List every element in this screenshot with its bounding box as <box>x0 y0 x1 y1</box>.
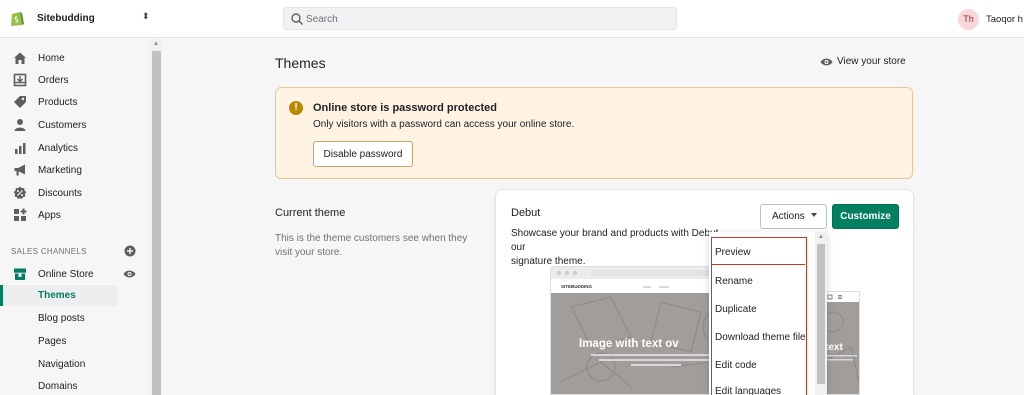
sidebar-item-label: Home <box>38 53 65 64</box>
preview-mobile-text: text <box>825 342 843 353</box>
sidebar-item-home[interactable]: Home <box>0 48 150 69</box>
avatar[interactable]: Th <box>958 9 979 30</box>
current-theme-heading: Current theme <box>275 207 346 219</box>
search-input[interactable] <box>306 12 666 26</box>
disable-password-button[interactable]: Disable password <box>313 141 413 167</box>
home-icon <box>14 52 26 64</box>
sidebar-item-label: Marketing <box>38 165 82 176</box>
store-switcher-icon[interactable]: ⬍ <box>142 11 150 22</box>
menu-item-preview[interactable]: Preview <box>715 247 751 258</box>
sidebar-subitem-navigation[interactable]: Navigation <box>0 354 118 375</box>
customize-button[interactable]: Customize <box>832 204 899 229</box>
sidebar-item-label: Analytics <box>38 143 79 154</box>
theme-name: Debut <box>511 207 541 219</box>
sidebar-scrollbar[interactable]: ▲ <box>151 39 162 395</box>
theme-card: Debut Showcase your brand and products w… <box>496 190 913 395</box>
store-name[interactable]: Sitebudding <box>37 13 95 24</box>
sidebar-subitem-pages[interactable]: Pages <box>0 331 118 352</box>
sidebar-item-products[interactable]: Products <box>0 92 150 113</box>
sidebar-scroll-thumb[interactable] <box>152 51 161 395</box>
sidebar-item-label: Navigation <box>38 359 86 370</box>
sidebar-item-label: Discounts <box>38 188 82 199</box>
add-channel-icon[interactable] <box>124 245 136 257</box>
actions-label: Actions <box>772 211 805 222</box>
sidebar-item-label: Online Store <box>38 269 94 280</box>
theme-description: Showcase your brand and products with De… <box>511 227 731 269</box>
menu-item-download-theme-file[interactable]: Download theme file <box>715 332 806 343</box>
orders-icon <box>13 73 27 87</box>
view-store-link[interactable]: View your store <box>837 56 906 67</box>
sidebar-item-label: Pages <box>38 336 67 347</box>
eye-icon[interactable] <box>820 57 833 67</box>
bar-chart-icon <box>15 143 26 154</box>
dropdown-scroll-thumb[interactable] <box>817 244 825 384</box>
apps-icon <box>14 208 27 221</box>
dropdown-scrollbar[interactable]: ▲ <box>815 232 827 395</box>
banner-title: Online store is password protected <box>313 102 497 114</box>
sidebar-item-discounts[interactable]: Discounts <box>0 183 150 204</box>
tag-icon <box>14 96 26 108</box>
sidebar-item-label: Customers <box>38 120 87 131</box>
sidebar-item-label: Products <box>38 97 78 108</box>
sidebar-item-orders[interactable]: Orders <box>0 70 150 91</box>
sidebar-item-marketing[interactable]: Marketing <box>0 160 150 181</box>
shopify-logo[interactable] <box>10 10 24 27</box>
banner-text: Only visitors with a password can access… <box>313 119 575 130</box>
menu-item-duplicate[interactable]: Duplicate <box>715 304 757 315</box>
password-protected-banner: ! Online store is password protected Onl… <box>275 87 913 179</box>
sidebar-item-analytics[interactable]: Analytics <box>0 138 150 159</box>
person-icon <box>14 119 26 131</box>
scroll-up-arrow-icon[interactable]: ▲ <box>818 234 824 240</box>
megaphone-icon <box>14 164 25 176</box>
store-icon <box>14 268 26 280</box>
sidebar-item-apps[interactable]: Apps <box>0 205 150 226</box>
preview-hero-text: Image with text ov <box>579 338 679 350</box>
actions-button[interactable]: Actions <box>760 204 827 229</box>
page-title: Themes <box>275 55 326 71</box>
scroll-up-arrow-icon[interactable]: ▲ <box>153 41 159 47</box>
menu-item-rename[interactable]: Rename <box>715 276 753 287</box>
top-bar: Sitebudding ⬍ Th Taoqor h <box>0 0 1024 38</box>
current-theme-description: This is the theme customers see when the… <box>275 233 468 258</box>
search-bar[interactable] <box>283 7 677 30</box>
sidebar-item-label: Blog posts <box>38 313 85 324</box>
sidebar-item-label: Apps <box>38 210 61 221</box>
view-online-store-eye-icon[interactable] <box>123 269 136 279</box>
search-icon <box>291 13 303 25</box>
theme-description-line: Showcase your brand and products with De… <box>511 228 722 253</box>
sidebar-item-label: Themes <box>38 290 76 301</box>
sidebar-subitem-blog-posts[interactable]: Blog posts <box>0 308 118 329</box>
menu-item-edit-languages[interactable]: Edit languages <box>715 386 781 395</box>
sidebar: Home Orders Products Customers Analytics… <box>0 39 150 395</box>
menu-item-edit-code[interactable]: Edit code <box>715 360 757 371</box>
sidebar-item-customers[interactable]: Customers <box>0 115 150 136</box>
sales-channels-heading: SALES CHANNELS <box>11 247 87 256</box>
discount-icon <box>13 186 27 200</box>
caret-down-icon <box>811 213 817 217</box>
sidebar-item-label: Domains <box>38 381 78 392</box>
warning-icon: ! <box>289 101 303 115</box>
sidebar-subitem-domains[interactable]: Domains <box>0 376 118 395</box>
preview-store-name: SITEBUDDING <box>561 284 593 289</box>
user-name[interactable]: Taoqor h <box>986 14 1023 25</box>
sidebar-item-label: Orders <box>38 75 69 86</box>
sidebar-subitem-themes[interactable]: Themes <box>0 285 118 306</box>
